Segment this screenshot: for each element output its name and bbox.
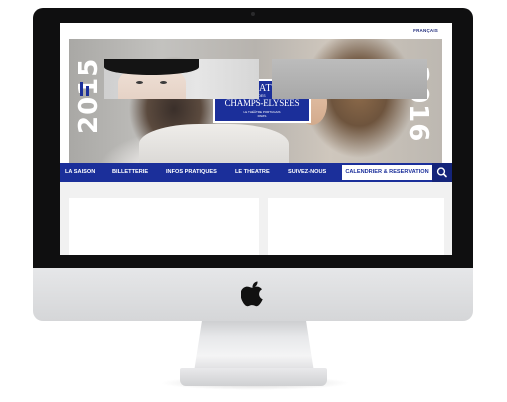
camera-icon bbox=[251, 12, 255, 16]
content-area bbox=[60, 182, 452, 255]
portrait-eye-left bbox=[136, 81, 143, 84]
nav-item-suivez-nous[interactable]: SUIVEZ-NOUS bbox=[288, 163, 326, 182]
language-bar: FRANÇAIS bbox=[60, 23, 452, 39]
nav-item-infos-pratiques[interactable]: INFOS PRATIQUES bbox=[166, 163, 217, 182]
brand-mark bbox=[80, 82, 83, 96]
hero-banner: 2015 2016 THEATRE DES CHAMPS-ELYSEES LE … bbox=[69, 39, 442, 163]
nav-item-le-theatre[interactable]: LE THEATRE bbox=[235, 163, 270, 182]
nav-item-billetterie[interactable]: BILLETTERIE bbox=[112, 163, 148, 182]
hero-figure-shirt bbox=[139, 124, 289, 163]
nav-item-la-saison[interactable]: LA SAISON bbox=[65, 163, 95, 182]
imac-stand bbox=[194, 318, 314, 372]
brand-mark-2 bbox=[86, 86, 89, 96]
apple-logo-icon bbox=[241, 281, 263, 307]
search-icon bbox=[436, 167, 447, 178]
portrait-hair bbox=[104, 59, 199, 75]
language-link[interactable]: FRANÇAIS bbox=[413, 28, 438, 33]
portrait-eye-right bbox=[160, 81, 167, 84]
calendar-reservation-button[interactable]: CALENDRIER & RESERVATION bbox=[342, 165, 432, 180]
card-image-portrait[interactable] bbox=[104, 59, 259, 99]
main-nav: LA SAISON BILLETTERIE INFOS PRATIQUES LE… bbox=[60, 163, 452, 182]
website-screen: FRANÇAIS 2015 2016 THEATRE DES CHAMPS-EL… bbox=[60, 23, 452, 255]
search-button[interactable] bbox=[432, 163, 452, 182]
card-image-stage[interactable] bbox=[272, 59, 427, 99]
logo-line-5: PARIS bbox=[257, 114, 267, 118]
logo-line-3: CHAMPS-ELYSEES bbox=[224, 98, 300, 108]
news-card-left[interactable] bbox=[69, 198, 259, 255]
season-start-year: 2015 bbox=[74, 57, 104, 134]
news-card-right[interactable] bbox=[268, 198, 444, 255]
imac-stand-base bbox=[180, 368, 327, 386]
